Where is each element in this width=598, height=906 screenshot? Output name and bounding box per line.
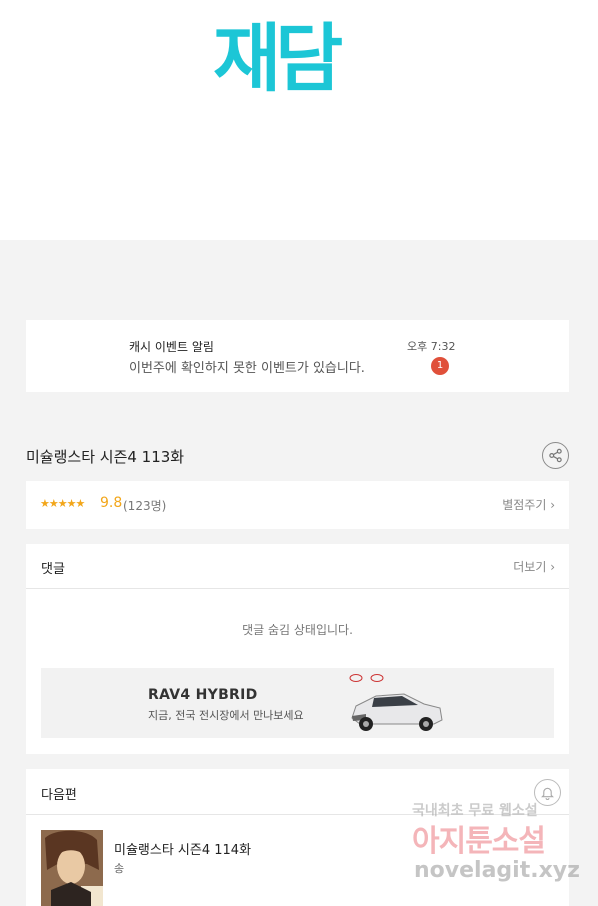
comments-header: 댓글 더보기 › xyxy=(26,544,569,589)
episode-title: 미슐랭스타 시즌4 113화 xyxy=(26,448,185,466)
ad-banner[interactable]: RAV4 HYBRID 지금, 전국 전시장에서 만나보세요 xyxy=(41,668,554,738)
next-episode-heading: 다음편 xyxy=(41,788,77,803)
rating-count: (123명) xyxy=(123,499,167,513)
next-episode-thumbnail[interactable] xyxy=(41,830,103,906)
notification-badge: 1 xyxy=(431,357,449,375)
bell-icon xyxy=(541,787,554,800)
share-icon xyxy=(549,448,562,463)
next-episode-header: 다음편 xyxy=(26,769,569,815)
rating-score: 9.8 xyxy=(100,495,123,511)
character-portrait-image xyxy=(41,830,103,906)
rating-stars: ★★★★★ xyxy=(40,497,85,510)
header-area: 재담 xyxy=(0,0,598,240)
rating-card: ★★★★★ 9.8 (123명) 별점주기 › xyxy=(26,481,569,529)
notification-card[interactable]: 캐시 이벤트 알림 이번주에 확인하지 못한 이벤트가 있습니다. 오후 7:3… xyxy=(26,320,569,392)
next-episode-title[interactable]: 미슐랭스타 시즌4 114화 xyxy=(114,839,251,858)
comments-card: 댓글 더보기 › 댓글 숨김 상태입니다. RAV4 HYBRID 지금, 전국… xyxy=(26,544,569,754)
ad-title: RAV4 HYBRID xyxy=(148,687,258,703)
next-episode-card: 다음편 미슐랭스타 시즌4 114화 송 xyxy=(26,769,569,906)
notification-toggle-button[interactable] xyxy=(534,779,561,806)
notification-title: 캐시 이벤트 알림 xyxy=(129,340,214,354)
next-episode-subtitle: 송 xyxy=(114,862,125,875)
comments-hidden-message: 댓글 숨김 상태입니다. xyxy=(242,623,353,637)
rate-button[interactable]: 별점주기 › xyxy=(502,496,555,513)
comments-more-link[interactable]: 더보기 › xyxy=(513,558,555,575)
comments-title: 댓글 xyxy=(41,562,65,577)
notification-body: 이번주에 확인하지 못한 이벤트가 있습니다. xyxy=(129,361,365,376)
car-image xyxy=(349,674,443,731)
ad-subtitle: 지금, 전국 전시장에서 만나보세요 xyxy=(148,709,304,722)
share-button[interactable] xyxy=(542,442,569,469)
app-logo[interactable]: 재담 xyxy=(213,22,343,96)
notification-time: 오후 7:32 xyxy=(407,340,456,353)
